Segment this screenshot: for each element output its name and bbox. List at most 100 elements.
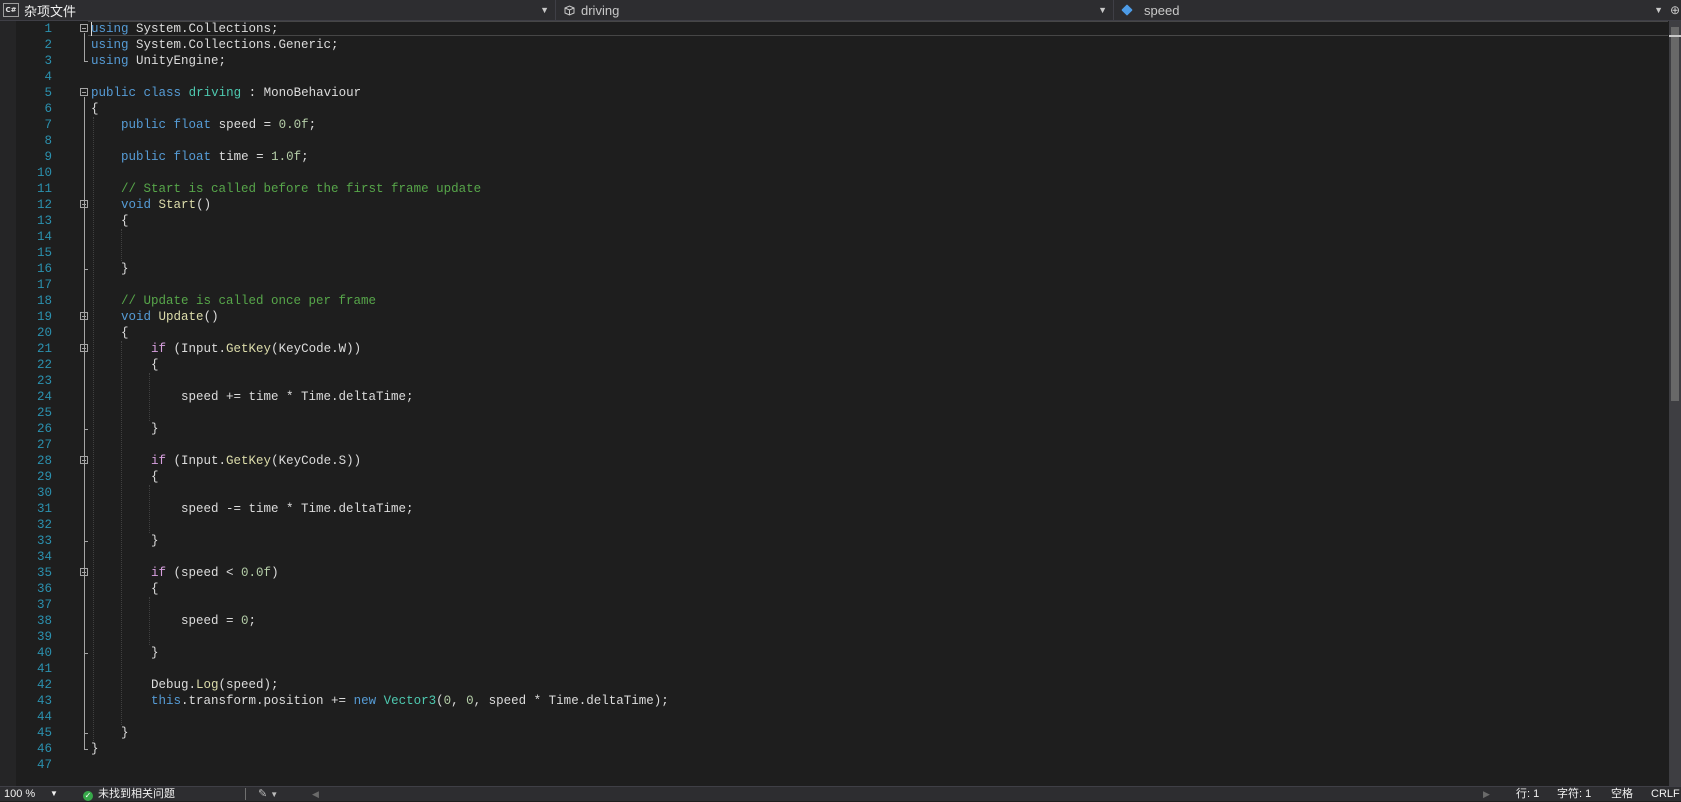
char-number-status[interactable]: 字符: 1 [1557, 787, 1591, 801]
line-number-status[interactable]: 行: 1 [1516, 787, 1539, 801]
code-text: } [91, 726, 129, 740]
code-line[interactable]: 41 [0, 661, 1669, 677]
code-line[interactable]: 37 [0, 597, 1669, 613]
code-line[interactable]: 1 using System.Collections; [0, 21, 1669, 37]
issues-indicator[interactable]: ✓ 未找到相关问题 [83, 787, 175, 801]
code-cleanup-icon[interactable]: ✎ ▼ [258, 787, 278, 801]
code-line[interactable]: 35 if (speed < 0.0f) [0, 565, 1669, 581]
code-line[interactable]: 44 [0, 709, 1669, 725]
code-line[interactable]: 10 [0, 165, 1669, 181]
line-ending-status[interactable]: CRLF [1651, 787, 1680, 801]
line-number: 32 [36, 518, 52, 532]
code-line[interactable]: 45 } [0, 725, 1669, 741]
member-dropdown-label: speed [1144, 2, 1180, 18]
outline-bracket [84, 209, 85, 269]
code-line[interactable]: 12 void Start() [0, 197, 1669, 213]
code-line[interactable]: 21 if (Input.GetKey(KeyCode.W)) [0, 341, 1669, 357]
code-line[interactable]: 13 { [0, 213, 1669, 229]
code-line[interactable]: 33 } [0, 533, 1669, 549]
collapse-icon[interactable] [80, 88, 88, 96]
code-editor[interactable]: 1 using System.Collections; 2 using System.… [0, 21, 1669, 786]
outline-bracket [84, 33, 85, 61]
code-line[interactable]: 20 { [0, 325, 1669, 341]
code-line[interactable]: 2 using System.Collections.Generic; [0, 37, 1669, 53]
caret-position-marker [1669, 35, 1681, 37]
line-number: 42 [36, 678, 52, 692]
code-text: { [91, 358, 159, 372]
collapse-icon[interactable] [80, 24, 88, 32]
zoom-level[interactable]: 100 % [4, 787, 35, 801]
project-dropdown-label: 杂项文件 [24, 3, 77, 19]
code-line[interactable]: 16 } [0, 261, 1669, 277]
line-number: 14 [36, 230, 52, 244]
code-line[interactable]: 4 [0, 69, 1669, 85]
code-line[interactable]: 22 { [0, 357, 1669, 373]
navigate-forward-icon[interactable]: ▶ [1483, 787, 1490, 801]
code-line[interactable]: 23 [0, 373, 1669, 389]
code-line[interactable]: 42 Debug.Log(speed); [0, 677, 1669, 693]
navigation-bar: C# 杂项文件 ▼ driving ▼ speed ▼ ⊕ [0, 0, 1681, 21]
line-number: 8 [44, 134, 52, 148]
member-dropdown[interactable]: speed ▼ [1116, 0, 1669, 20]
code-line[interactable]: 40 } [0, 645, 1669, 661]
line-number: 37 [36, 598, 52, 612]
code-line[interactable]: 36 { [0, 581, 1669, 597]
code-line[interactable]: 11 // Start is called before the first f… [0, 181, 1669, 197]
code-line[interactable]: 5 public class driving : MonoBehaviour [0, 85, 1669, 101]
code-line[interactable]: 17 [0, 277, 1669, 293]
indentation-status[interactable]: 空格 [1611, 787, 1633, 801]
line-number: 26 [36, 422, 52, 436]
navigate-back-icon[interactable]: ◀ [312, 787, 319, 801]
code-text: if (Input.GetKey(KeyCode.W)) [151, 342, 362, 356]
split-window-icon[interactable]: ⊕ [1669, 2, 1681, 18]
code-text: public float time = 1.0f; [121, 150, 309, 164]
line-number: 24 [36, 390, 52, 404]
line-number: 41 [36, 662, 52, 676]
line-number: 33 [36, 534, 52, 548]
code-text: } [91, 742, 99, 756]
line-number: 29 [36, 470, 52, 484]
code-text: public float speed = 0.0f; [121, 118, 317, 132]
code-line[interactable]: 8 [0, 133, 1669, 149]
line-number: 12 [36, 198, 52, 212]
code-line[interactable]: 46} [0, 741, 1669, 757]
chevron-down-icon[interactable]: ▼ [50, 787, 58, 801]
type-dropdown[interactable]: driving ▼ [558, 0, 1114, 20]
line-number: 36 [36, 582, 52, 596]
code-line[interactable]: 38 speed = 0; [0, 613, 1669, 629]
code-line[interactable]: 43 this.transform.position += new Vector… [0, 693, 1669, 709]
line-number: 35 [36, 566, 52, 580]
code-line[interactable]: 28 if (Input.GetKey(KeyCode.S)) [0, 453, 1669, 469]
code-line[interactable]: 34 [0, 549, 1669, 565]
code-line[interactable]: 47 [0, 757, 1669, 773]
code-text: void Update() [121, 310, 219, 324]
code-line[interactable]: 24 speed += time * Time.deltaTime; [0, 389, 1669, 405]
line-number: 6 [44, 102, 52, 116]
code-line[interactable]: 6{ [0, 101, 1669, 117]
code-line[interactable]: 14 [0, 229, 1669, 245]
code-line[interactable]: 18 // Update is called once per frame [0, 293, 1669, 309]
scrollbar-thumb[interactable] [1671, 27, 1679, 401]
line-number: 45 [36, 726, 52, 740]
code-line[interactable]: 27 [0, 437, 1669, 453]
code-line[interactable]: 26 } [0, 421, 1669, 437]
code-line[interactable]: 29 { [0, 469, 1669, 485]
code-line[interactable]: 9 public float time = 1.0f; [0, 149, 1669, 165]
code-line[interactable]: 25 [0, 405, 1669, 421]
csharp-file-icon: C# [3, 3, 19, 17]
code-line[interactable]: 19 void Update() [0, 309, 1669, 325]
code-line[interactable]: 3 using UnityEngine; [0, 53, 1669, 69]
code-line[interactable]: 30 [0, 485, 1669, 501]
line-number: 16 [36, 262, 52, 276]
code-line[interactable]: 39 [0, 629, 1669, 645]
project-dropdown[interactable]: C# 杂项文件 ▼ [0, 0, 556, 20]
vertical-scrollbar[interactable] [1669, 21, 1681, 786]
code-line[interactable]: 32 [0, 517, 1669, 533]
separator [245, 788, 246, 800]
code-line[interactable]: 7 public float speed = 0.0f; [0, 117, 1669, 133]
line-number: 44 [36, 710, 52, 724]
line-number: 7 [44, 118, 52, 132]
outline-bracket-end [84, 429, 88, 430]
code-line[interactable]: 15 [0, 245, 1669, 261]
code-line[interactable]: 31 speed -= time * Time.deltaTime; [0, 501, 1669, 517]
